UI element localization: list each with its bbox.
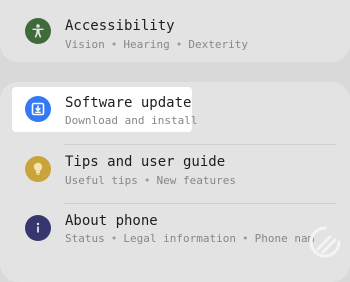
tips-title: Tips and user guide	[65, 154, 226, 170]
accessibility-subtitle: Vision • Hearing • Dexterity	[65, 38, 248, 51]
subtitle-vision: Vision	[65, 38, 105, 51]
subtitle-separator: •	[241, 232, 249, 245]
software-update-icon	[25, 96, 51, 122]
subtitle-dexterity: Dexterity	[188, 38, 248, 51]
software-update-title: Software update	[65, 95, 192, 111]
subtitle-legal-information: Legal information	[123, 232, 236, 245]
about-phone-subtitle: Status • Legal information • Phone nam	[65, 232, 314, 245]
subtitle-useful-tips: Useful tips	[65, 174, 138, 187]
subtitle-separator: •	[110, 232, 118, 245]
tips-icon	[25, 156, 51, 182]
subtitle-separator: •	[175, 38, 183, 51]
tips-subtitle: Useful tips • New features	[65, 174, 236, 187]
accessibility-title: Accessibility	[65, 18, 175, 34]
watermark-logo-icon	[308, 225, 342, 259]
settings-item-about-phone[interactable]: About phone Status • Legal information • Pho…	[0, 204, 350, 262]
accessibility-icon	[25, 18, 51, 44]
settings-item-accessibility[interactable]: Accessibility Vision • Hearing • Dexterity	[0, 0, 350, 58]
subtitle-phone-name: Phone nam	[254, 232, 315, 245]
subtitle-new-features: New features	[156, 174, 236, 187]
subtitle-status: Status	[65, 232, 105, 245]
about-phone-icon	[25, 215, 51, 241]
subtitle-hearing: Hearing	[123, 38, 170, 51]
software-update-subtitle: Download and install	[65, 114, 198, 127]
settings-item-software-update[interactable]: Software update Download and install	[0, 86, 350, 144]
about-phone-title: About phone	[65, 213, 158, 229]
subtitle-separator: •	[110, 38, 118, 51]
subtitle-separator: •	[143, 174, 151, 187]
settings-item-tips-and-user-guide[interactable]: Tips and user guide Useful tips • New feat…	[0, 145, 350, 203]
